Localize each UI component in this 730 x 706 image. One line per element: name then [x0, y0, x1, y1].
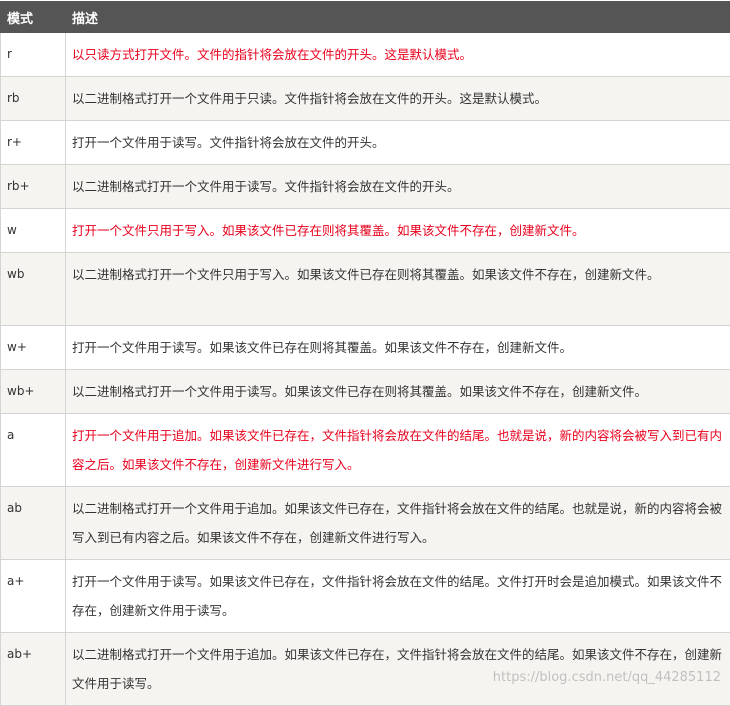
description-cell: 以二进制格式打开一个文件用于读写。文件指针将会放在文件的开头。 — [66, 165, 730, 209]
mode-cell: ab — [1, 487, 66, 560]
mode-cell: w — [1, 209, 66, 253]
mode-cell: r — [1, 33, 66, 77]
description-cell: 以二进制格式打开一个文件用于追加。如果该文件已存在，文件指针将会放在文件的结尾。… — [66, 487, 730, 560]
header-row: 模式 描述 — [1, 2, 730, 33]
header-mode: 模式 — [1, 2, 66, 33]
mode-cell: wb — [1, 253, 66, 326]
table-row: ab+ 以二进制格式打开一个文件用于追加。如果该文件已存在，文件指针将会放在文件… — [1, 633, 730, 706]
description-cell: 以二进制格式打开一个文件用于追加。如果该文件已存在，文件指针将会放在文件的结尾。… — [66, 633, 730, 706]
table-row: w 打开一个文件只用于写入。如果该文件已存在则将其覆盖。如果该文件不存在，创建新… — [1, 209, 730, 253]
description-cell: 打开一个文件用于读写。文件指针将会放在文件的开头。 — [66, 121, 730, 165]
table-row: wb+ 以二进制格式打开一个文件用于读写。如果该文件已存在则将其覆盖。如果该文件… — [1, 370, 730, 414]
table-row: a 打开一个文件用于追加。如果该文件已存在，文件指针将会放在文件的结尾。也就是说… — [1, 414, 730, 487]
description-cell: 以二进制格式打开一个文件只用于写入。如果该文件已存在则将其覆盖。如果该文件不存在… — [66, 253, 730, 326]
mode-cell: a+ — [1, 560, 66, 633]
table-row: wb 以二进制格式打开一个文件只用于写入。如果该文件已存在则将其覆盖。如果该文件… — [1, 253, 730, 326]
table-body: r 以只读方式打开文件。文件的指针将会放在文件的开头。这是默认模式。 rb 以二… — [1, 33, 730, 706]
mode-cell: rb+ — [1, 165, 66, 209]
description-cell: 以二进制格式打开一个文件用于只读。文件指针将会放在文件的开头。这是默认模式。 — [66, 77, 730, 121]
description-cell: 打开一个文件用于读写。如果该文件已存在，文件指针将会放在文件的结尾。文件打开时会… — [66, 560, 730, 633]
mode-cell: wb+ — [1, 370, 66, 414]
description-cell: 打开一个文件只用于写入。如果该文件已存在则将其覆盖。如果该文件不存在，创建新文件… — [66, 209, 730, 253]
header-description: 描述 — [66, 2, 730, 33]
table-row: ab 以二进制格式打开一个文件用于追加。如果该文件已存在，文件指针将会放在文件的… — [1, 487, 730, 560]
mode-cell: a — [1, 414, 66, 487]
description-cell: 打开一个文件用于读写。如果该文件已存在则将其覆盖。如果该文件不存在，创建新文件。 — [66, 326, 730, 370]
table-row: rb+ 以二进制格式打开一个文件用于读写。文件指针将会放在文件的开头。 — [1, 165, 730, 209]
table-row: rb 以二进制格式打开一个文件用于只读。文件指针将会放在文件的开头。这是默认模式… — [1, 77, 730, 121]
mode-cell: w+ — [1, 326, 66, 370]
mode-cell: r+ — [1, 121, 66, 165]
description-cell: 以只读方式打开文件。文件的指针将会放在文件的开头。这是默认模式。 — [66, 33, 730, 77]
table-row: r+ 打开一个文件用于读写。文件指针将会放在文件的开头。 — [1, 121, 730, 165]
table-row: r 以只读方式打开文件。文件的指针将会放在文件的开头。这是默认模式。 — [1, 33, 730, 77]
description-cell: 以二进制格式打开一个文件用于读写。如果该文件已存在则将其覆盖。如果该文件不存在，… — [66, 370, 730, 414]
table-row: w+ 打开一个文件用于读写。如果该文件已存在则将其覆盖。如果该文件不存在，创建新… — [1, 326, 730, 370]
table-header: 模式 描述 — [1, 2, 730, 33]
mode-cell: ab+ — [1, 633, 66, 706]
table-row: a+ 打开一个文件用于读写。如果该文件已存在，文件指针将会放在文件的结尾。文件打… — [1, 560, 730, 633]
mode-cell: rb — [1, 77, 66, 121]
file-mode-table: 模式 描述 r 以只读方式打开文件。文件的指针将会放在文件的开头。这是默认模式。… — [0, 1, 730, 706]
description-cell: 打开一个文件用于追加。如果该文件已存在，文件指针将会放在文件的结尾。也就是说，新… — [66, 414, 730, 487]
